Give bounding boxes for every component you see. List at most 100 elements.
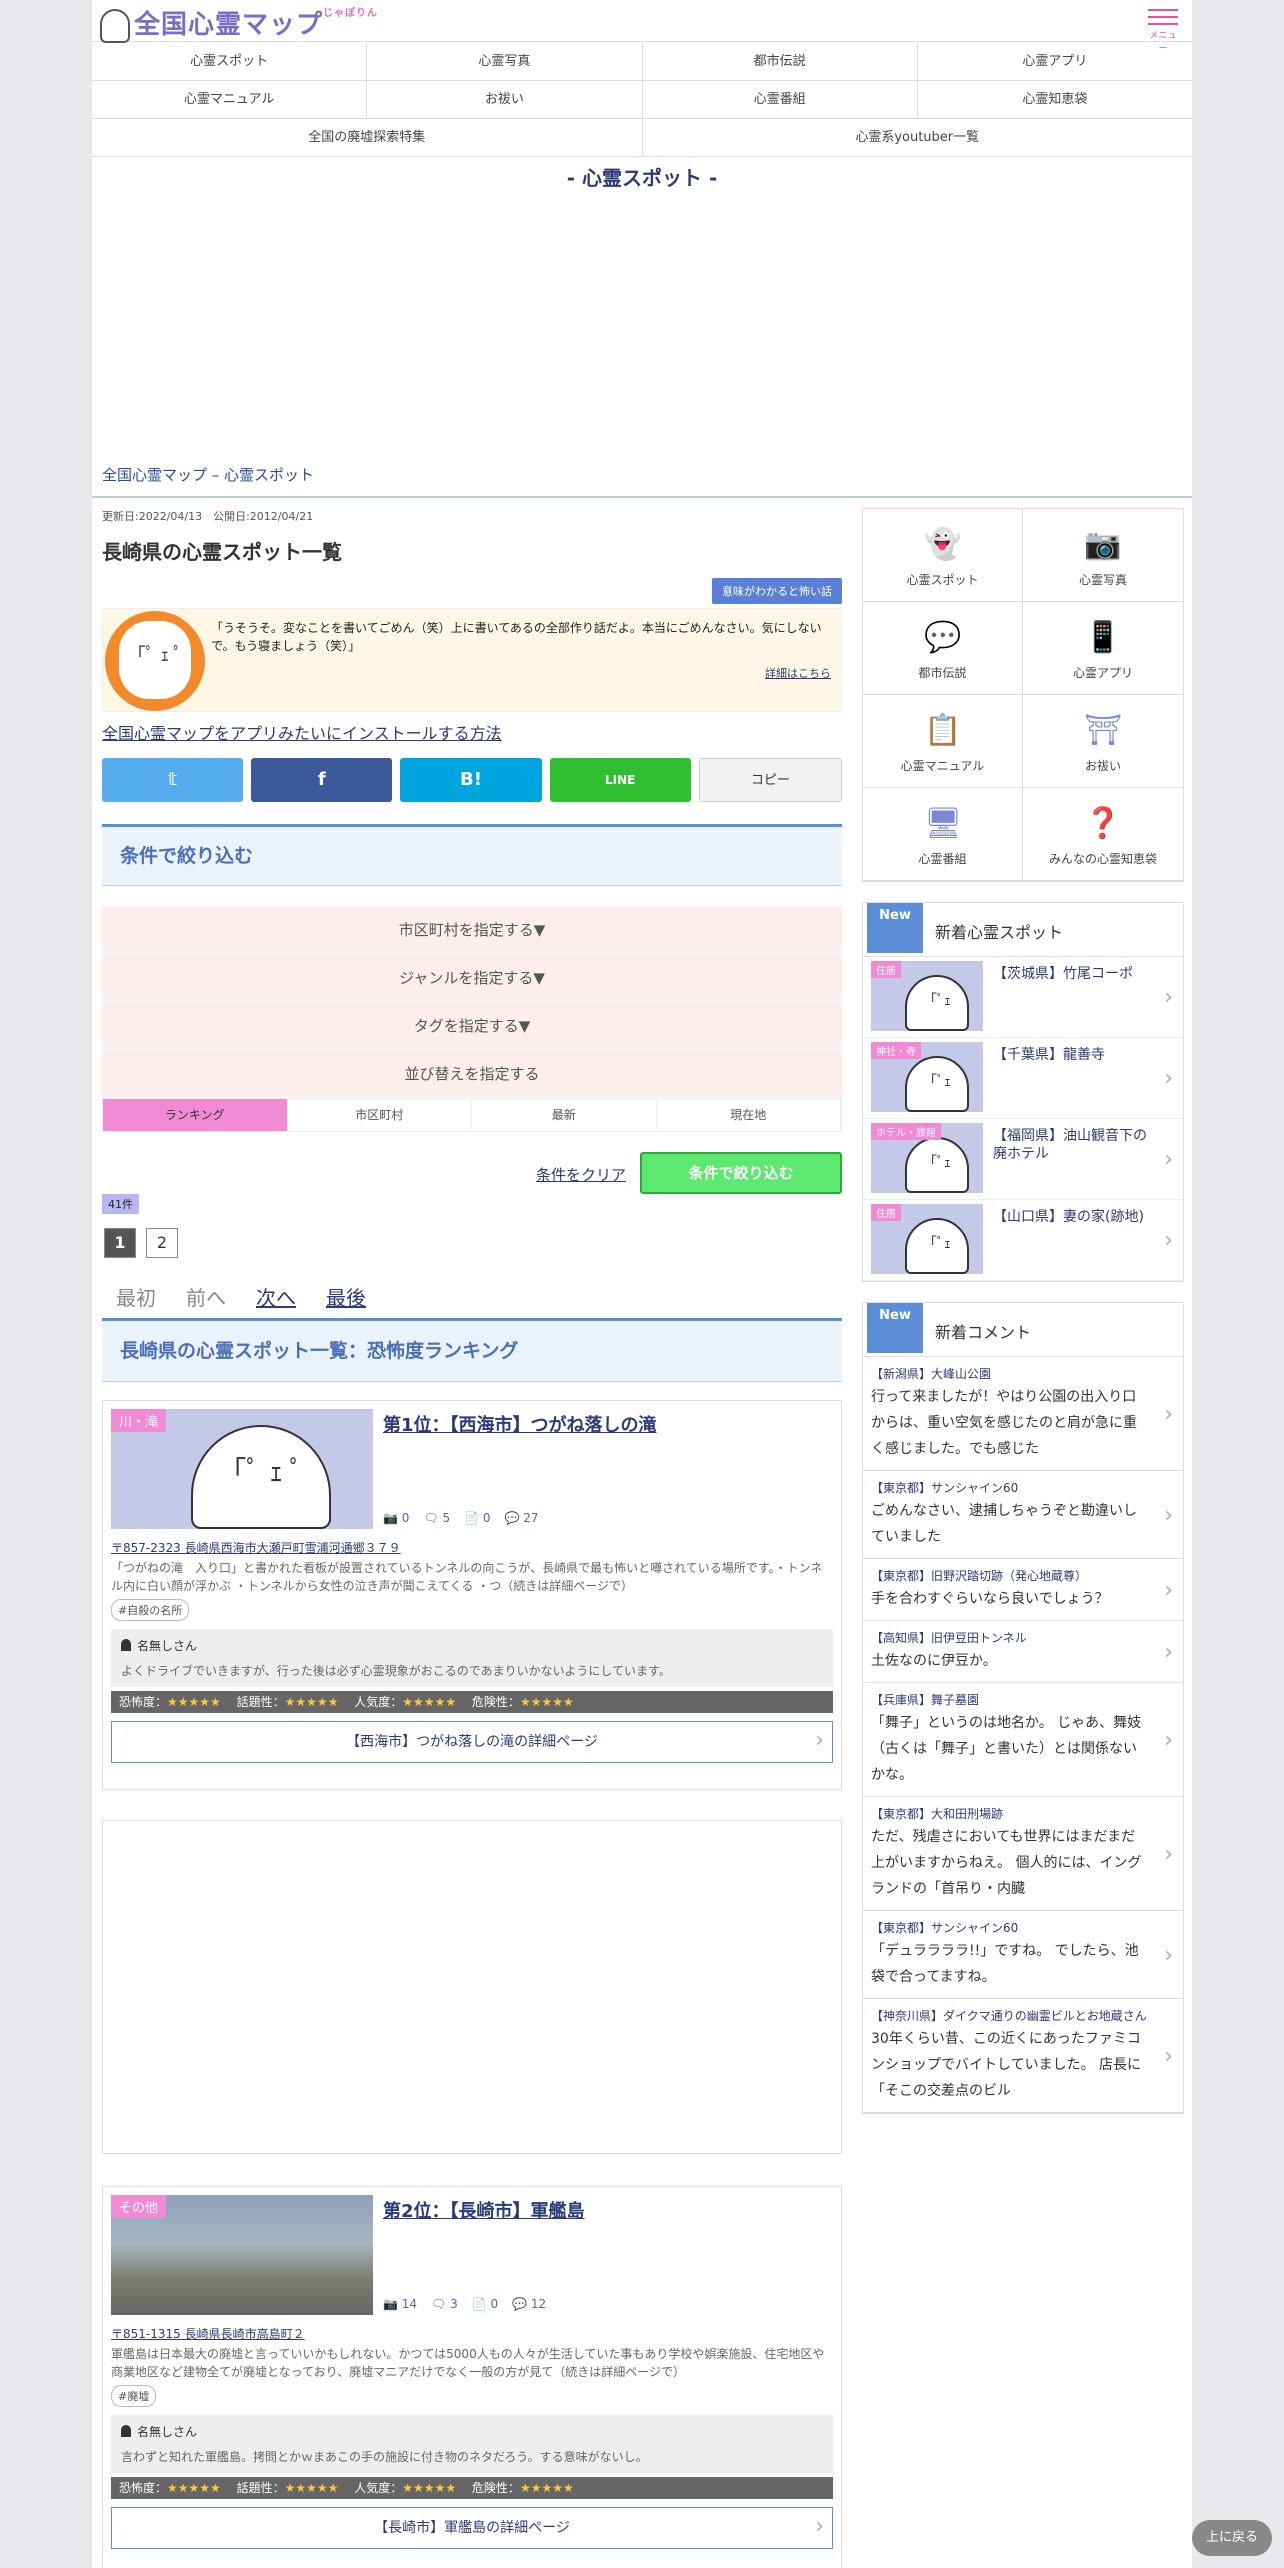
breadcrumb[interactable]: 全国心霊マップ – 心霊スポット — [102, 464, 314, 485]
nav-item-exorcism[interactable]: お祓い — [367, 81, 643, 118]
new-comments-panel: New 新着コメント 【新潟県】大峰山公園 行って来ましたが！やはり公園の出入り口… — [862, 1302, 1184, 2114]
category-exorcism[interactable]: ⛩ お祓い — [1023, 695, 1183, 788]
page-2[interactable]: 2 — [146, 1228, 178, 1258]
comment-place: 【東京都】旧野沢踏切跡（発心地蔵尊） — [871, 1569, 1088, 1583]
scary-story-button[interactable]: 意味がわかると怖い話 — [712, 578, 842, 604]
twitter-share-button[interactable]: 𝕥 — [102, 758, 244, 802]
first-page: 最初 — [116, 1286, 156, 1310]
nav-item-apps[interactable]: 心霊アプリ — [918, 43, 1192, 80]
category-label: 心霊写真 — [1078, 573, 1127, 587]
tab-latest[interactable]: 最新 — [472, 1099, 657, 1131]
comment-item[interactable]: 【高知県】旧伊豆田トンネル 土佐なのに伊豆か。 › — [863, 1621, 1183, 1683]
new-spot-item[interactable]: 「ﾟｪ 住居 【茨城県】竹尾コーポ › — [863, 957, 1183, 1038]
spot-title[interactable]: 第2位：【長崎市】軍艦島 — [383, 2197, 585, 2223]
filter-sort[interactable]: 並び替えを指定する — [102, 1050, 842, 1098]
install-link[interactable]: 全国心霊マップをアプリみたいにインストールする方法 — [102, 720, 502, 744]
comment-item[interactable]: 【新潟県】大峰山公園 行って来ましたが！やはり公園の出入り口からは、重い空気を感じ… — [863, 1357, 1183, 1471]
panel-header: New 新着心霊スポット — [863, 903, 1183, 957]
spot-address[interactable]: 〒851-1315 長崎県長崎市高島町２ — [111, 2325, 305, 2342]
category-spots[interactable]: 👻 心霊スポット — [863, 509, 1023, 602]
torii-icon: ⛩ — [1083, 713, 1123, 748]
tab-ranking[interactable]: ランキング — [103, 1099, 288, 1131]
nav-item-spots[interactable]: 心霊スポット — [92, 43, 368, 80]
comment-item[interactable]: 【東京都】大和田刑場跡 ただ、残虐さにおいても世界にはまだまだ上がいますからねえ。… — [863, 1797, 1183, 1911]
nav-item-photos[interactable]: 心霊写真 — [367, 43, 643, 80]
comment-text: 「デュララララ!!」ですね。 でしたら、池袋で合ってますね。 — [871, 1943, 1139, 1985]
smartphone-icon: 📱 — [1084, 620, 1122, 655]
facebook-share-button[interactable]: f — [251, 758, 393, 802]
ad-placeholder — [102, 1820, 842, 2154]
new-spot-item[interactable]: 「ﾟｪ ホテル・旅館 【福岡県】油山観音下の廃ホテル › — [863, 1119, 1183, 1200]
category-label: 心霊番組 — [918, 852, 967, 866]
comment-item[interactable]: 【東京都】サンシャイン60 「デュララララ!!」ですね。 でしたら、池袋で合ってま… — [863, 1911, 1183, 1999]
ghost-face-icon: 「ﾟｪ — [905, 1218, 969, 1274]
category-qa[interactable]: ❓ みんなの心霊知恵袋 — [1023, 788, 1183, 881]
spot-thumbnail[interactable]: その他 — [111, 2195, 373, 2315]
spot-address[interactable]: 〒857-2323 長崎県西海市大瀬戸町雪浦河通郷３７９ — [111, 1539, 401, 1556]
category-manual[interactable]: 📋 心霊マニュアル — [863, 695, 1023, 788]
filter-city[interactable]: 市区町村を指定する▼ — [102, 906, 842, 954]
last-page[interactable]: 最後 — [326, 1282, 366, 1311]
category-apps[interactable]: 📱 心霊アプリ — [1023, 602, 1183, 695]
spot-title[interactable]: 第1位：【西海市】つがね落しの滝 — [383, 1411, 657, 1437]
logo-text: 全国心霊マップ — [134, 10, 324, 40]
line-share-button[interactable]: LINE — [549, 758, 691, 802]
spot-thumbnail[interactable]: 「ﾟ ｪ ﾟ 川・滝 — [111, 1409, 373, 1529]
chevron-right-icon: › — [1164, 1066, 1173, 1091]
comment-item[interactable]: 【東京都】サンシャイン60 ごめんなさい、逮捕しちゃうぞと勘違いしていました › — [863, 1471, 1183, 1559]
detail-page-button[interactable]: 【長崎市】軍艦島の詳細ページ — [111, 2507, 833, 2549]
category-grid: 👻 心霊スポット 📷 心霊写真 💬 都市伝説 📱 心霊アプリ 📋 心霊マニュアル ⛩ お祓い… — [862, 508, 1184, 882]
spot-description: 「つがねの滝 入り口」と書かれた看板が設置されているトンネルの向こうが、長崎県で… — [111, 1561, 823, 1593]
category-legends[interactable]: 💬 都市伝説 — [863, 602, 1023, 695]
comment-item[interactable]: 【兵庫県】舞子墓園 「舞子」というのは地名か。 じゃあ、舞妓（古くは「舞子」と書い… — [863, 1683, 1183, 1797]
filter-tag[interactable]: タグを指定する▼ — [102, 1002, 842, 1050]
nav-item-qa[interactable]: 心霊知恵袋 — [918, 81, 1192, 118]
character-face: 「ﾟ ｪ ﾟ — [119, 621, 191, 699]
comment-text: ごめんなさい、逮捕しちゃうぞと勘違いしていました — [871, 1503, 1137, 1545]
photo-count-value: 14 — [401, 2297, 418, 2311]
spot-comment: 名無しさん よくドライブでいきますが、行った後は必ず心霊現象がおこるのであまりい… — [111, 1629, 833, 1687]
nav-item-tv[interactable]: 心霊番組 — [643, 81, 918, 118]
clear-filter-link[interactable]: 条件をクリア — [536, 1164, 626, 1185]
site-logo[interactable]: 全国心霊マップじゃぽりん — [100, 4, 378, 43]
question-face-icon: ❓ — [1084, 806, 1122, 841]
hatena-share-button[interactable]: B! — [400, 758, 542, 802]
new-spot-item[interactable]: 「ﾟｪ 神社・寺 【千葉県】龍善寺 › — [863, 1038, 1183, 1119]
spot-tag[interactable]: #自殺の名所 — [111, 1599, 190, 1621]
spot-card: その他 第2位：【長崎市】軍艦島 📷 14 🗨 3 📄 0 💬 12 〒851-… — [102, 2186, 842, 2568]
comment-item[interactable]: 【神奈川県】ダイクマ通りの幽霊ビルとお地蔵さん 30年くらい昔、この近くにあったフ… — [863, 1999, 1183, 2113]
topic-stars: ★★★★★ — [284, 2481, 339, 2495]
spot-thumbnail: 「ﾟｪ 住居 — [871, 961, 983, 1031]
ghost-icon: 👻 — [924, 527, 962, 562]
ghost-logo-icon — [100, 8, 130, 43]
nav-row: 心霊マニュアル お祓い 心霊番組 心霊知恵袋 — [92, 81, 1192, 119]
chevron-right-icon: › — [1164, 1228, 1173, 1253]
tab-city[interactable]: 市区町村 — [288, 1099, 472, 1131]
category-tv[interactable]: 🖥 心霊番組 — [863, 788, 1023, 881]
danger-stars: ★★★★★ — [519, 1695, 574, 1709]
filter-genre[interactable]: ジャンルを指定する▼ — [102, 954, 842, 1002]
page-1[interactable]: 1 — [104, 1228, 136, 1258]
result-count: 41件 — [102, 1194, 139, 1214]
back-to-top-button[interactable]: 上に戻る — [1192, 2520, 1272, 2556]
character-message: 「うそうそ。変なことを書いてごめん（笑）上に書いてあるの全部作り話だよ。本当にご… — [211, 621, 822, 653]
copy-button[interactable]: コピー — [698, 758, 843, 802]
monitor-icon: 🖥 — [923, 806, 963, 841]
comment-count: 💬 12 — [512, 2297, 547, 2311]
comment-item[interactable]: 【東京都】旧野沢踏切跡（発心地蔵尊） 手を合わすぐらいなら良いでしょう？ › — [863, 1559, 1183, 1621]
nav-item-ruins[interactable]: 全国の廃墟探索特集 — [92, 119, 643, 156]
category-photos[interactable]: 📷 心霊写真 — [1023, 509, 1183, 602]
nav-item-youtubers[interactable]: 心霊系youtuber一覧 — [643, 119, 1193, 156]
nav-item-legends[interactable]: 都市伝説 — [643, 43, 918, 80]
details-link[interactable]: 詳細はこちら — [765, 665, 831, 681]
nav-row: 全国の廃墟探索特集 心霊系youtuber一覧 — [92, 119, 1192, 157]
detail-page-button[interactable]: 【西海市】つがね落しの滝の詳細ページ — [111, 1721, 833, 1763]
tab-location[interactable]: 現在地 — [657, 1099, 841, 1131]
new-spot-item[interactable]: 「ﾟｪ 住居 【山口県】妻の家(跡地) › — [863, 1200, 1183, 1281]
menu-button[interactable]: メニュー — [1146, 4, 1180, 54]
spot-tag[interactable]: #廃墟 — [111, 2385, 157, 2407]
next-page[interactable]: 次へ — [256, 1282, 296, 1311]
nav-item-manual[interactable]: 心霊マニュアル — [92, 81, 368, 118]
apply-filter-button[interactable]: 条件で絞り込む — [640, 1152, 842, 1194]
spot-thumbnail: 「ﾟｪ 神社・寺 — [871, 1042, 983, 1112]
